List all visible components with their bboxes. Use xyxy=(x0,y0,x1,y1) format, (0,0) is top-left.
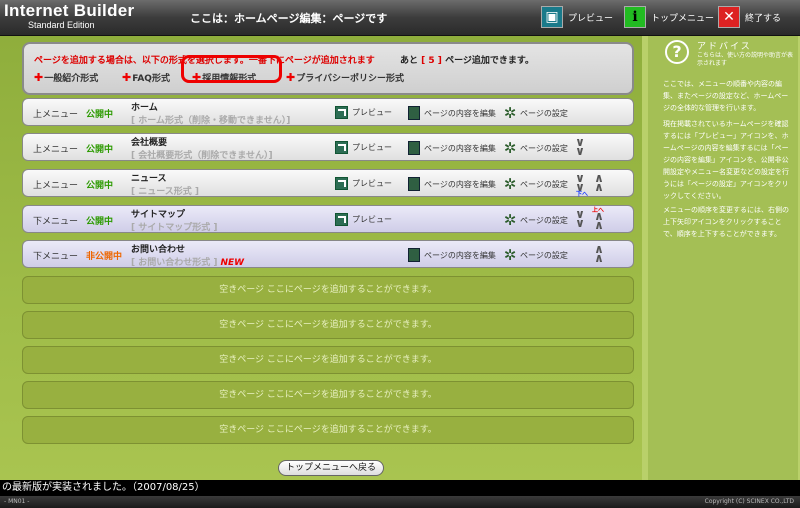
exit-button-label: 終了する xyxy=(745,13,782,24)
preview-icon xyxy=(335,141,348,154)
gear-icon: ✲ xyxy=(503,246,517,264)
row-preview-button[interactable]: プレビュー xyxy=(335,141,392,154)
advice-text: 現在掲載されているホームページを確認するには「プレビュー」アイコンを、ホームペー… xyxy=(663,120,789,200)
close-icon: ✕ xyxy=(718,6,740,28)
empty-page-slot: 空きページ ここにページを追加することができます。 xyxy=(22,276,634,304)
row-settings-button[interactable]: ✲ ページの設定 xyxy=(503,139,568,157)
preview-icon xyxy=(335,106,348,119)
page-name: お問い合わせ xyxy=(131,245,186,255)
plus-icon: ✚ xyxy=(34,71,44,84)
menu-position: 下メニュー xyxy=(33,252,79,262)
row-settings-button[interactable]: ✲ ページの設定 xyxy=(503,175,568,193)
row-edit-button[interactable]: ページの内容を編集 xyxy=(408,106,496,120)
empty-page-slot: 空きページ ここにページを追加することができます。 xyxy=(22,416,634,444)
new-badge: NEW xyxy=(220,258,245,268)
add-privacy-link[interactable]: ✚ プライバシーポリシー形式 xyxy=(286,71,404,84)
logo-sub-text: Standard Edition xyxy=(28,20,95,30)
edit-page-icon xyxy=(408,141,420,155)
main-panel: ページを追加する場合は、以下の形式を選択します。一番下にページが追加されます あ… xyxy=(0,36,642,480)
empty-page-slot: 空きページ ここにページを追加することができます。 xyxy=(22,381,634,409)
move-up-icon[interactable]: ∧ ∧ xyxy=(591,210,607,231)
exit-button[interactable]: ✕ 終了する xyxy=(718,6,781,28)
page-format: [ サイトマップ形式 ] xyxy=(131,223,218,233)
publish-status: 公開中 xyxy=(86,181,114,191)
page-name: ニュース xyxy=(131,174,167,184)
info-icon: i xyxy=(624,6,646,28)
move-down-label: 下へ xyxy=(576,191,589,198)
top-menu-button-label: トップメニュー xyxy=(651,13,715,24)
add-faq-link[interactable]: ✚ FAQ形式 xyxy=(122,71,170,84)
question-icon: ? xyxy=(665,40,689,64)
move-down-icon[interactable]: ∨ ∨ xyxy=(572,208,588,229)
move-up-icon[interactable]: ∧ ∧ xyxy=(591,243,607,264)
menu-position: 上メニュー xyxy=(33,110,79,120)
page-row: 上メニュー 公開中 ホーム [ ホーム形式（削除・移動できません）] プレビュー… xyxy=(22,98,634,126)
preview-icon xyxy=(335,177,348,190)
remaining-count: [ 5 ] xyxy=(421,56,442,66)
page-format: [ ホーム形式（削除・移動できません）] xyxy=(131,116,291,126)
plus-icon: ✚ xyxy=(286,71,296,84)
preview-icon xyxy=(335,213,348,226)
publish-status: 公開中 xyxy=(86,217,114,227)
row-edit-button[interactable]: ページの内容を編集 xyxy=(408,177,496,191)
page-format: [ 会社概要形式（削除できません）] xyxy=(131,151,273,161)
add-page-box: ページを追加する場合は、以下の形式を選択します。一番下にページが追加されます あ… xyxy=(22,42,634,95)
row-settings-button[interactable]: ✲ ページの設定 xyxy=(503,246,568,264)
advice-text: メニューの順序を変更するには、右側の上下矢印アイコンをクリックすることで、順序を… xyxy=(663,206,789,238)
row-settings-button[interactable]: ✲ ページの設定 xyxy=(503,211,568,229)
news-ticker: の最新版が実装されました。（2007/08/25） xyxy=(0,480,800,496)
menu-position: 上メニュー xyxy=(33,181,79,191)
row-edit-button[interactable]: ページの内容を編集 xyxy=(408,141,496,155)
page-title: ここは：ホームページ編集：ページです xyxy=(190,12,388,25)
top-menu-button[interactable]: i トップメニュー xyxy=(624,6,714,28)
move-up-icon[interactable]: ∧ ∧ xyxy=(591,172,607,193)
advice-subtitle: こちらは、使い方の説明や助言が表示されます xyxy=(697,52,794,67)
page-name: ホーム xyxy=(131,103,158,113)
gear-icon: ✲ xyxy=(503,175,517,193)
gear-icon: ✲ xyxy=(503,104,517,122)
row-preview-button[interactable]: プレビュー xyxy=(335,106,392,119)
row-settings-button[interactable]: ✲ ページの設定 xyxy=(503,104,568,122)
edit-page-icon xyxy=(408,177,420,191)
highlight-ring xyxy=(181,55,282,83)
status-bar: - MN01 - Copyright (C) SCINEX CO.,LTD xyxy=(0,496,800,508)
empty-page-slot: 空きページ ここにページを追加することができます。 xyxy=(22,311,634,339)
header-bar: Internet Builder Standard Edition ここは：ホー… xyxy=(0,0,800,36)
page-row: 下メニュー 非公開中 お問い合わせ [ お問い合わせ形式 ] NEW ページの内容… xyxy=(22,240,634,268)
screen-id: - MN01 - xyxy=(4,498,30,505)
preview-icon: ▣ xyxy=(541,6,563,28)
app-logo: Internet Builder Standard Edition xyxy=(4,1,135,30)
move-down-icon[interactable]: ∨ ∨ xyxy=(572,136,588,157)
page-row: 上メニュー 公開中 会社概要 [ 会社概要形式（削除できません）] プレビュー … xyxy=(22,133,634,161)
advice-title: アドバイス xyxy=(697,42,752,52)
add-general-link[interactable]: ✚ 一般紹介形式 xyxy=(34,71,98,84)
plus-icon: ✚ xyxy=(122,71,132,84)
publish-status: 公開中 xyxy=(86,110,114,120)
edit-page-icon xyxy=(408,248,420,262)
menu-position: 上メニュー xyxy=(33,145,79,155)
page-row: 上メニュー 公開中 ニュース [ ニュース形式 ] プレビュー ページの内容を編… xyxy=(22,169,634,198)
publish-status: 公開中 xyxy=(86,145,114,155)
menu-position: 下メニュー xyxy=(33,217,79,227)
back-to-top-button[interactable]: トップメニューへ戻る xyxy=(278,460,384,476)
copyright: Copyright (C) SCINEX CO.,LTD xyxy=(704,498,794,505)
remaining-pages: あと [ 5 ] ページ追加できます。 xyxy=(400,56,534,66)
empty-page-slot: 空きページ ここにページを追加することができます。 xyxy=(22,346,634,374)
page-format: [ ニュース形式 ] xyxy=(131,187,200,197)
logo-main-text: Internet Builder xyxy=(4,1,135,20)
preview-button[interactable]: ▣ プレビュー xyxy=(541,6,613,28)
page-name: 会社概要 xyxy=(131,138,168,148)
preview-button-label: プレビュー xyxy=(568,13,614,24)
advice-text: ここでは、メニューの順番や内容の編集、またページの設定など、ホームページの全体的… xyxy=(663,80,789,112)
page-row: 下メニュー 公開中 サイトマップ [ サイトマップ形式 ] プレビュー ✲ ページ… xyxy=(22,205,634,233)
gear-icon: ✲ xyxy=(503,211,517,229)
row-preview-button[interactable]: プレビュー xyxy=(335,177,392,190)
page-format: [ お問い合わせ形式 ] NEW xyxy=(131,258,245,268)
publish-status: 非公開中 xyxy=(86,252,123,262)
page-name: サイトマップ xyxy=(131,210,186,220)
edit-page-icon xyxy=(408,106,420,120)
row-edit-button[interactable]: ページの内容を編集 xyxy=(408,248,496,262)
row-preview-button[interactable]: プレビュー xyxy=(335,213,392,226)
gear-icon: ✲ xyxy=(503,139,517,157)
